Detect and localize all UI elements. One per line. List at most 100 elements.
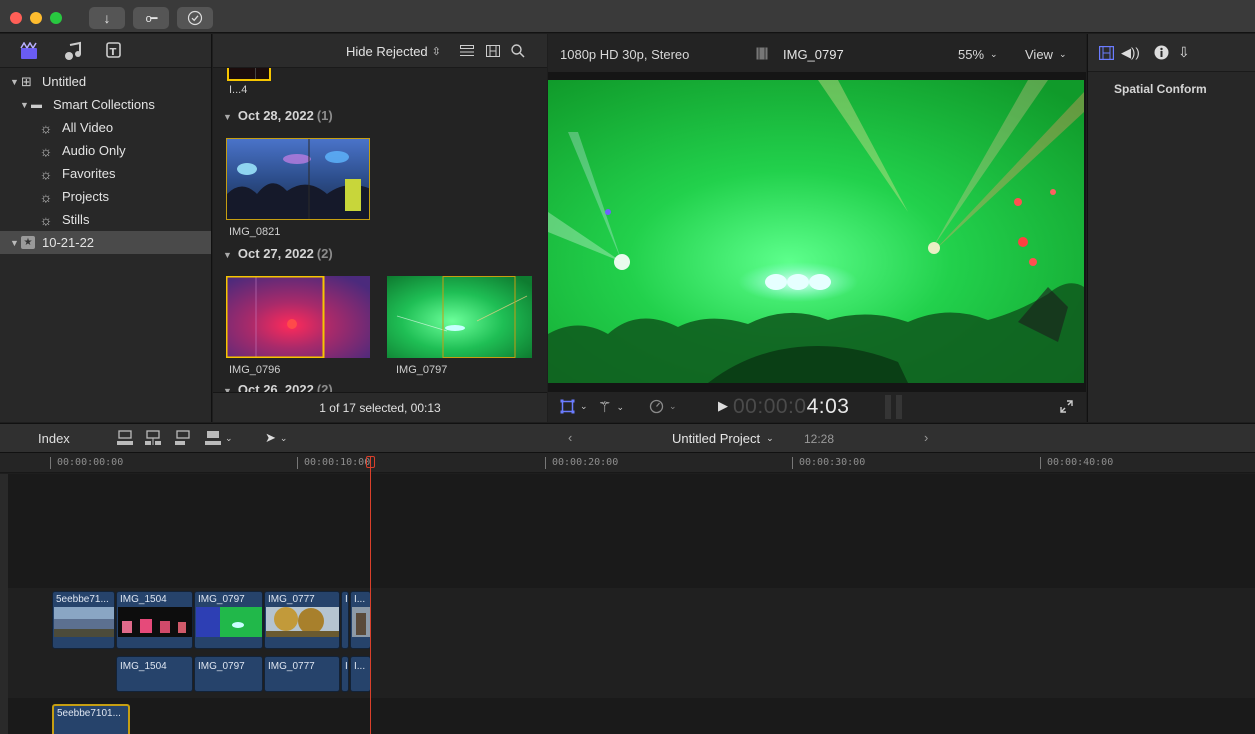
sidebar-item-audio-only[interactable]: ☼ Audio Only <box>0 139 211 162</box>
audio-meter-left <box>885 395 891 419</box>
timeline-clip[interactable]: 5eebbe71... <box>52 591 115 649</box>
retime-popup[interactable]: ⌄ <box>649 399 677 414</box>
photos-audio-icon[interactable] <box>64 41 82 61</box>
view-options-popup[interactable]: View ⌄ <box>1025 47 1067 62</box>
sidebar-item-all-video[interactable]: ☼ All Video <box>0 116 211 139</box>
event-star-icon: ★ <box>21 236 35 249</box>
filmstrip-view-icon[interactable] <box>486 44 500 58</box>
titles-generators-icon[interactable]: T <box>104 41 122 61</box>
ruler-label: 00:00:10:00 <box>297 457 370 469</box>
timeline-back-icon[interactable]: ‹ <box>568 430 572 445</box>
timeline-clip[interactable]: I <box>341 591 349 649</box>
clip-filter-popup[interactable]: Hide Rejected ⇳ <box>346 44 441 59</box>
timeline-audio-clip[interactable]: IMG_0797 <box>194 656 263 692</box>
playhead[interactable] <box>370 456 371 734</box>
connected-clip[interactable]: 5eebbe7101... <box>52 704 130 734</box>
tab-video-inspector[interactable] <box>1099 46 1114 60</box>
tab-audio-inspector[interactable]: ◀)) <box>1121 45 1140 61</box>
date-label: Oct 27, 2022 <box>237 246 314 261</box>
tab-share-inspector[interactable]: ⇩ <box>1178 44 1190 61</box>
project-popup[interactable]: Untitled Project ⌄ <box>672 431 774 446</box>
clip-name: IMG_0796 <box>229 364 281 376</box>
libraries-icon[interactable] <box>20 42 38 60</box>
tool-popup[interactable]: ➤ ⌄ <box>265 430 287 446</box>
fullscreen-icon[interactable] <box>1060 400 1073 413</box>
clip-appearance-icon[interactable] <box>460 45 474 57</box>
date-group-header[interactable]: ▼ Oct 27, 2022 (2) <box>223 246 333 261</box>
transform-popup[interactable]: ⌄ <box>560 399 588 414</box>
clip-name: IMG_0777 <box>268 661 315 672</box>
background-tasks-button[interactable] <box>177 7 213 29</box>
clip-thumbnail[interactable] <box>227 68 271 81</box>
clip-filter-label: Hide Rejected <box>346 44 428 59</box>
timeline-clip[interactable]: I... <box>350 591 371 649</box>
timeline-forward-icon[interactable]: › <box>924 430 928 445</box>
library-grid-icon: ⊞ <box>21 73 32 89</box>
date-label: Oct 26, 2022 <box>237 382 314 392</box>
timeline-clip[interactable]: IMG_0797 <box>194 591 263 649</box>
project-duration: 12:28 <box>804 432 835 446</box>
timeline-audio-clip[interactable]: I... <box>350 656 371 692</box>
chevron-down-icon: ⌄ <box>766 433 774 443</box>
timeline-audio-clip[interactable]: IMG_0777 <box>264 656 340 692</box>
overwrite-clip-popup[interactable]: ⌄ <box>205 430 233 446</box>
clip-name: I...4 <box>229 84 248 96</box>
disclosure-triangle-icon[interactable]: ▼ <box>10 77 21 87</box>
clip-name: IMG_0797 <box>198 594 245 605</box>
close-window-button[interactable] <box>10 12 22 24</box>
clip-thumbnail-img-0797[interactable] <box>387 276 532 358</box>
arrow-pointer-icon: ➤ <box>265 430 276 445</box>
chevron-down-icon: ⌄ <box>990 49 998 59</box>
filmstrip-icon <box>1099 46 1114 60</box>
clip-thumbnail-img-0796[interactable] <box>226 276 370 358</box>
viewer-canvas[interactable] <box>548 72 1086 392</box>
sidebar-item-stills[interactable]: ☼ Stills <box>0 208 211 231</box>
play-icon[interactable]: ▶ <box>718 398 728 414</box>
disclosure-triangle-icon[interactable]: ▼ <box>20 100 31 110</box>
date-group-header[interactable]: ▼ Oct 28, 2022 (1) <box>223 108 333 123</box>
zoom-window-button[interactable] <box>50 12 62 24</box>
video-frame <box>548 80 1084 383</box>
enhance-popup[interactable]: ⚚ ⌄ <box>598 398 624 416</box>
timeline-audio-clip[interactable]: IMG_1504 <box>116 656 193 692</box>
timeline-clip[interactable]: IMG_1504 <box>116 591 193 649</box>
playhead-head[interactable] <box>366 456 375 468</box>
sidebar-item-favorites[interactable]: ☼ Favorites <box>0 162 211 185</box>
insert-clip-icon[interactable] <box>145 430 161 446</box>
disclosure-triangle-icon[interactable]: ▼ <box>10 238 21 248</box>
clip-name: IMG_0821 <box>229 226 281 238</box>
disclosure-triangle-icon: ▼ <box>223 112 232 122</box>
library-row[interactable]: ▼ ⊞ Untitled <box>0 70 211 93</box>
tab-info-inspector[interactable] <box>1154 45 1169 60</box>
connect-clip-icon[interactable] <box>117 430 133 446</box>
import-button[interactable]: ↓ <box>89 7 125 29</box>
zoom-popup[interactable]: 55% ⌄ <box>958 47 998 62</box>
ruler-label: 00:00:30:00 <box>792 457 865 469</box>
sidebar-item-label: Stills <box>62 212 90 227</box>
project-name: Untitled Project <box>672 431 761 446</box>
clip-filmstrip-icon <box>756 47 768 60</box>
chevron-down-icon: ⌄ <box>279 432 288 443</box>
browser-toolbar: Hide Rejected ⇳ <box>213 34 547 68</box>
append-clip-icon[interactable] <box>175 430 191 446</box>
chevron-down-icon: ⌄ <box>580 401 588 411</box>
smart-collections-row[interactable]: ▼ ▬ Smart Collections <box>0 93 211 116</box>
clip-browser: Hide Rejected ⇳ I...4 ▼ Oct 28, 2022(1) <box>213 34 547 422</box>
clip-thumbnail <box>196 607 262 637</box>
clip-thumbnail-img-0821[interactable] <box>226 138 370 220</box>
timecode-display[interactable]: 00:00:04:03 <box>733 395 849 419</box>
index-button[interactable]: Index <box>38 431 70 446</box>
viewer-clip-name: IMG_0797 <box>783 47 844 62</box>
timeline-ruler[interactable]: 00:00:00:00 00:00:10:00 00:00:20:00 00:0… <box>0 453 1255 473</box>
search-icon[interactable] <box>511 44 525 58</box>
sidebar-item-event[interactable]: ▼ ★ 10-21-22 <box>0 231 211 254</box>
libraries-sidebar: T ▼ ⊞ Untitled ▼ ▬ Smart Collections ☼ A… <box>0 34 212 422</box>
date-group-header[interactable]: ▼ Oct 26, 2022 (2) <box>223 382 333 392</box>
keywords-button[interactable]: o━ <box>133 7 169 29</box>
timeline-clip[interactable]: IMG_0777 <box>264 591 340 649</box>
clip-name: IMG_0797 <box>396 364 448 376</box>
viewer-header: 1080p HD 30p, Stereo IMG_0797 55% ⌄ View… <box>548 34 1086 72</box>
sidebar-item-projects[interactable]: ☼ Projects <box>0 185 211 208</box>
minimize-window-button[interactable] <box>30 12 42 24</box>
timeline-audio-clip[interactable]: I <box>341 656 349 692</box>
